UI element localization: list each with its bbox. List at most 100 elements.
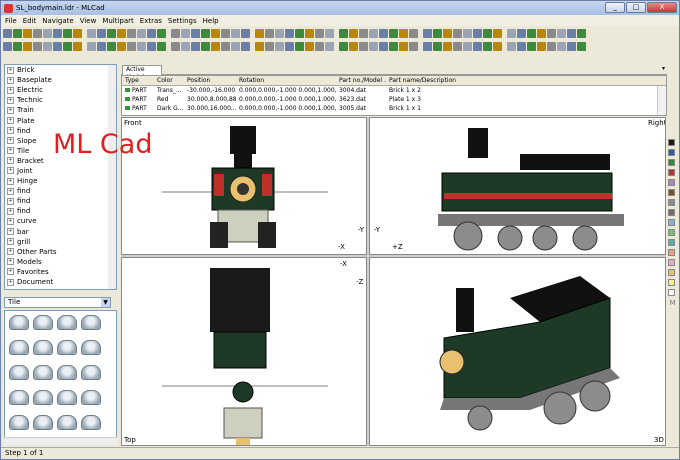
toolbar-button-icon[interactable] bbox=[389, 28, 398, 38]
toolbar-button-icon[interactable] bbox=[87, 28, 96, 38]
toolbar-button-icon[interactable] bbox=[63, 28, 72, 38]
parts-category-select[interactable]: Tile ▼ bbox=[4, 297, 111, 308]
toolbar-button-icon[interactable] bbox=[443, 28, 452, 38]
toolbar-button-icon[interactable] bbox=[517, 28, 526, 38]
viewport-top[interactable]: Top -X -Z bbox=[121, 257, 367, 446]
color-swatch[interactable] bbox=[668, 289, 675, 296]
toolbar-button-icon[interactable] bbox=[73, 28, 82, 38]
expand-icon[interactable]: + bbox=[7, 248, 14, 256]
expand-icon[interactable]: + bbox=[7, 167, 14, 175]
toolbar-button-icon[interactable] bbox=[443, 41, 452, 51]
toolbar-button-icon[interactable] bbox=[107, 41, 116, 51]
toolbar-button-icon[interactable] bbox=[265, 28, 274, 38]
tree-item[interactable]: + Joint bbox=[5, 166, 116, 176]
toolbar-button-icon[interactable] bbox=[43, 41, 52, 51]
toolbar-button-icon[interactable] bbox=[285, 41, 294, 51]
toolbar-button-icon[interactable] bbox=[137, 41, 146, 51]
toolbar-button-icon[interactable] bbox=[577, 28, 586, 38]
maximize-button[interactable]: □ bbox=[626, 2, 646, 13]
toolbar-button-icon[interactable] bbox=[567, 28, 576, 38]
toolbar-button-icon[interactable] bbox=[325, 28, 334, 38]
toolbar-button-icon[interactable] bbox=[73, 41, 82, 51]
toolbar-button-icon[interactable] bbox=[221, 41, 230, 51]
tree-item[interactable]: + Other Parts bbox=[5, 247, 116, 257]
color-swatch[interactable] bbox=[668, 229, 675, 236]
toolbar-button-icon[interactable] bbox=[493, 41, 502, 51]
color-swatch[interactable] bbox=[668, 269, 675, 276]
parts-tree[interactable]: + Brick + Baseplate + Electric + Technic + Train +… bbox=[4, 64, 117, 290]
menu-extras[interactable]: Extras bbox=[140, 17, 162, 25]
toolbar-button-icon[interactable] bbox=[255, 28, 264, 38]
toolbar-button-icon[interactable] bbox=[369, 28, 378, 38]
part-thumbnail[interactable] bbox=[57, 315, 77, 330]
toolbar-button-icon[interactable] bbox=[507, 28, 516, 38]
column-header-position[interactable]: Position bbox=[184, 76, 236, 85]
toolbar-button-icon[interactable] bbox=[349, 28, 358, 38]
tree-item[interactable]: + Electric bbox=[5, 85, 116, 95]
toolbar-button-icon[interactable] bbox=[13, 28, 22, 38]
toolbar-button-icon[interactable] bbox=[369, 41, 378, 51]
part-thumbnail[interactable] bbox=[57, 390, 77, 405]
part-thumbnail[interactable] bbox=[33, 390, 53, 405]
toolbar-button-icon[interactable] bbox=[285, 28, 294, 38]
expand-icon[interactable]: + bbox=[7, 86, 14, 94]
expand-icon[interactable]: + bbox=[7, 177, 14, 185]
color-swatch[interactable] bbox=[668, 179, 675, 186]
tree-item[interactable]: + Train bbox=[5, 105, 116, 115]
toolbar-button-icon[interactable] bbox=[63, 41, 72, 51]
part-thumbnail[interactable] bbox=[9, 340, 29, 355]
viewport-3d[interactable]: 3D bbox=[369, 257, 666, 446]
viewport-front[interactable]: Front -Y -X bbox=[121, 117, 367, 255]
toolbar-button-icon[interactable] bbox=[241, 28, 250, 38]
expand-icon[interactable]: + bbox=[7, 106, 14, 114]
toolbar-button-icon[interactable] bbox=[493, 28, 502, 38]
toolbar-button-icon[interactable] bbox=[567, 41, 576, 51]
expand-icon[interactable]: + bbox=[7, 217, 14, 225]
toolbar-button-icon[interactable] bbox=[389, 41, 398, 51]
column-header-color[interactable]: Color bbox=[154, 76, 184, 85]
toolbar-button-icon[interactable] bbox=[53, 28, 62, 38]
expand-icon[interactable]: + bbox=[7, 238, 14, 246]
toolbar-button-icon[interactable] bbox=[295, 28, 304, 38]
chevron-down-icon[interactable]: ▼ bbox=[101, 298, 110, 307]
toolbar-button-icon[interactable] bbox=[23, 41, 32, 51]
expand-icon[interactable]: + bbox=[7, 96, 14, 104]
tree-item[interactable]: + find bbox=[5, 196, 116, 206]
part-thumbnail[interactable] bbox=[9, 415, 29, 430]
toolbar-button-icon[interactable] bbox=[507, 41, 516, 51]
parts-horizontal-scrollbar[interactable] bbox=[4, 437, 117, 445]
column-header-part-no[interactable]: Part no./Model ... bbox=[336, 76, 386, 85]
toolbar-button-icon[interactable] bbox=[547, 28, 556, 38]
toolbar-button-icon[interactable] bbox=[463, 41, 472, 51]
toolbar-button-icon[interactable] bbox=[359, 28, 368, 38]
table-row[interactable]: PART Trans_... -30.000,-16.000,... 0.000… bbox=[122, 86, 666, 95]
color-swatch[interactable] bbox=[668, 219, 675, 226]
toolbar-button-icon[interactable] bbox=[409, 28, 418, 38]
tree-scrollbar[interactable] bbox=[108, 65, 116, 289]
toolbar-button-icon[interactable] bbox=[557, 28, 566, 38]
toolbar-button-icon[interactable] bbox=[275, 28, 284, 38]
toolbar-button-icon[interactable] bbox=[157, 28, 166, 38]
part-thumbnail[interactable] bbox=[9, 315, 29, 330]
toolbar-button-icon[interactable] bbox=[399, 41, 408, 51]
toolbar-button-icon[interactable] bbox=[265, 41, 274, 51]
toolbar-button-icon[interactable] bbox=[53, 41, 62, 51]
toolbar-button-icon[interactable] bbox=[547, 41, 556, 51]
part-thumbnail[interactable] bbox=[57, 415, 77, 430]
tree-item[interactable]: + Plate bbox=[5, 115, 116, 125]
tab-active-model[interactable]: Active Model bbox=[122, 65, 162, 81]
toolbar-button-icon[interactable] bbox=[221, 28, 230, 38]
menu-edit[interactable]: Edit bbox=[23, 17, 37, 25]
toolbar-button-icon[interactable] bbox=[231, 28, 240, 38]
color-swatch[interactable] bbox=[668, 249, 675, 256]
part-thumbnail[interactable] bbox=[81, 340, 101, 355]
part-thumbnail[interactable] bbox=[33, 415, 53, 430]
toolbar-button-icon[interactable] bbox=[305, 41, 314, 51]
tree-item[interactable]: + Baseplate bbox=[5, 75, 116, 85]
toolbar-button-icon[interactable] bbox=[483, 28, 492, 38]
table-row[interactable]: PART Dark G... 30.000,16.000,... 0.000,0… bbox=[122, 104, 666, 113]
menu-view[interactable]: View bbox=[80, 17, 97, 25]
part-thumbnail[interactable] bbox=[81, 390, 101, 405]
color-swatch[interactable] bbox=[668, 199, 675, 206]
expand-icon[interactable]: + bbox=[7, 66, 14, 74]
